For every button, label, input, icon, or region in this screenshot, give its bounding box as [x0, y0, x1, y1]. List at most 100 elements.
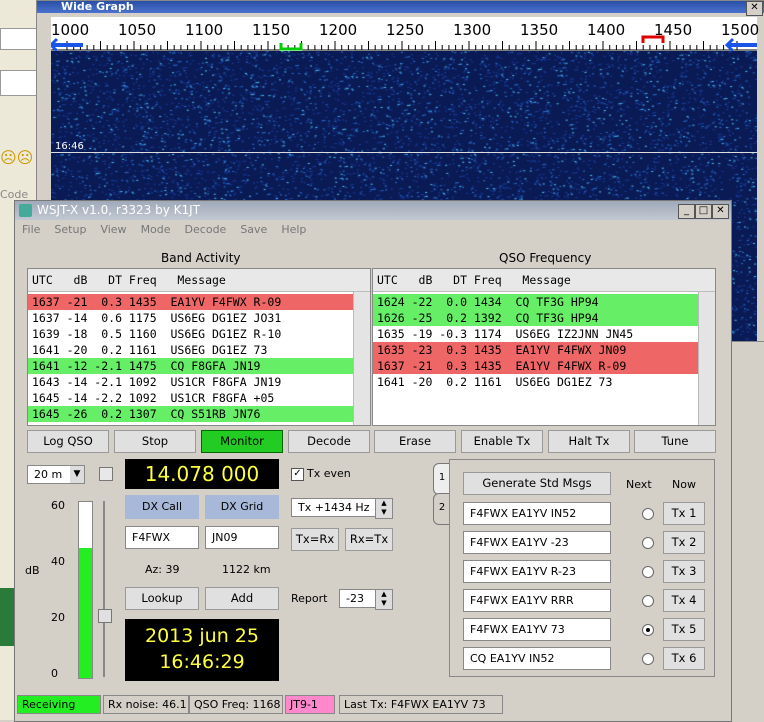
- tx-message-input[interactable]: F4FWX EA1YV IN52: [463, 502, 611, 525]
- qso-frequency-list[interactable]: UTC dB DT Freq Message 1624 -22 0.0 1434…: [372, 268, 716, 426]
- lookup-button[interactable]: Lookup: [125, 587, 199, 610]
- waterfall-timestamp: 16:46: [55, 141, 84, 152]
- generate-std-msgs-button[interactable]: Generate Std Msgs: [463, 472, 611, 495]
- now-header: Now: [672, 478, 696, 491]
- tx-message-input[interactable]: F4FWX EA1YV -23: [463, 531, 611, 554]
- erase-button[interactable]: Erase: [374, 430, 456, 453]
- close-icon[interactable]: ✕: [712, 204, 729, 219]
- gain-slider-track[interactable]: [103, 501, 105, 677]
- tx-now-button[interactable]: Tx 4: [663, 589, 705, 612]
- chevron-down-icon[interactable]: ▼: [70, 466, 84, 483]
- scale-label: 1400: [587, 21, 626, 39]
- menu-bar: File Setup View Mode Decode Save Help: [15, 221, 731, 239]
- scrollbar[interactable]: [698, 292, 715, 425]
- list-item[interactable]: 1643 -14 -2.1 1092 US1CR F8GFA JN19: [28, 374, 354, 390]
- waterfall-time-line: [51, 152, 757, 153]
- status-receiving: Receiving: [17, 695, 101, 714]
- decode-button[interactable]: Decode: [288, 430, 370, 453]
- dx-grid-input[interactable]: JN09: [205, 526, 279, 549]
- next-radio[interactable]: [642, 566, 654, 578]
- tx-now-button[interactable]: Tx 2: [663, 531, 705, 554]
- rx-eq-tx-button[interactable]: Rx=Tx: [345, 528, 393, 551]
- tx-now-button[interactable]: Tx 5: [663, 618, 705, 641]
- tx-even-checkbox[interactable]: ✓: [291, 468, 304, 481]
- wide-graph-title: Wide Graph: [37, 1, 764, 13]
- list-item[interactable]: 1645 -14 -2.2 1092 US1CR F8GFA +05: [28, 390, 354, 406]
- enable-tx-button[interactable]: Enable Tx: [461, 430, 543, 453]
- tx-message-input[interactable]: F4FWX EA1YV R-23: [463, 560, 611, 583]
- report-spinbox[interactable]: -23: [339, 589, 377, 608]
- minimize-icon[interactable]: _: [678, 204, 695, 219]
- menu-setup[interactable]: Setup: [54, 223, 86, 236]
- list-item[interactable]: 1637 -14 0.6 1175 US6EG DG1EZ JO31: [28, 310, 354, 326]
- next-radio[interactable]: [642, 508, 654, 520]
- list-item[interactable]: 1637 -21 0.3 1435 EA1YV F4FWX R-09: [373, 358, 699, 374]
- maximize-icon[interactable]: □: [695, 204, 712, 219]
- band-select-value: 20 m: [34, 468, 63, 481]
- tx-eq-rx-button[interactable]: Tx=Rx: [291, 528, 339, 551]
- menu-file[interactable]: File: [22, 223, 40, 236]
- list-item[interactable]: 1626 -25 0.2 1392 CQ TF3G HP94: [373, 310, 699, 326]
- monitor-button[interactable]: Monitor: [201, 430, 283, 453]
- next-radio[interactable]: [642, 537, 654, 549]
- tx-message-input[interactable]: F4FWX EA1YV RRR: [463, 589, 611, 612]
- tune-button[interactable]: Tune: [634, 430, 716, 453]
- band-activity-title: Band Activity: [161, 251, 241, 265]
- next-radio[interactable]: [642, 624, 654, 636]
- list-item[interactable]: 1645 -26 0.2 1307 CQ S51RB JN76: [28, 406, 354, 422]
- menu-view[interactable]: View: [100, 223, 126, 236]
- halt-tx-button[interactable]: Halt Tx: [548, 430, 630, 453]
- scale-label: 1450: [654, 21, 693, 39]
- scale-label: 1150: [252, 21, 291, 39]
- next-radio[interactable]: [642, 653, 654, 665]
- meter-scale-label: 20: [51, 611, 65, 624]
- frequency-scale: 1000 1050 1100 1150 1200 1250 1300 1350 1400 1450…: [51, 17, 760, 51]
- signal-meter-fill: [79, 547, 92, 678]
- dx-call-label: DX Call: [125, 495, 199, 519]
- close-icon[interactable]: ✕: [746, 1, 763, 16]
- list-item[interactable]: 1637 -21 0.3 1435 EA1YV F4FWX R-09: [28, 294, 354, 310]
- menu-mode[interactable]: Mode: [141, 223, 171, 236]
- list-item[interactable]: 1635 -19 -0.3 1174 US6EG IZ2JNN JN45: [373, 326, 699, 342]
- scale-label: 1050: [118, 21, 157, 39]
- menu-help[interactable]: Help: [281, 223, 306, 236]
- tx-now-button[interactable]: Tx 6: [663, 647, 705, 670]
- log-qso-button[interactable]: Log QSO: [27, 430, 109, 453]
- menu-save[interactable]: Save: [240, 223, 267, 236]
- clock-time: 16:46:29: [159, 651, 245, 673]
- azimuth: Az: 39: [145, 563, 180, 576]
- window-title: WSJT-X v1.0, r3323 by K1JT: [15, 201, 731, 220]
- meter-scale-label: 40: [51, 555, 65, 568]
- tx-message-input[interactable]: CQ EA1YV IN52: [463, 647, 611, 670]
- list-item[interactable]: 1639 -18 0.5 1160 US6EG DG1EZ R-10: [28, 326, 354, 342]
- bg-panel: [0, 588, 14, 646]
- status-qso-freq: QSO Freq: 1168: [189, 695, 283, 714]
- scrollbar[interactable]: [353, 292, 370, 425]
- tx-frequency-spinbox[interactable]: Tx +1434 Hz: [291, 498, 383, 517]
- scale-label: 1000: [51, 21, 90, 39]
- scale-label: 1100: [185, 21, 224, 39]
- scale-label: 1500: [721, 21, 760, 39]
- tx-now-button[interactable]: Tx 1: [663, 502, 705, 525]
- list-item[interactable]: 1641 -20 0.2 1161 US6EG DG1EZ 73: [28, 342, 354, 358]
- stop-button[interactable]: Stop: [114, 430, 196, 453]
- list-item[interactable]: 1641 -20 0.2 1161 US6EG DG1EZ 73: [373, 374, 699, 390]
- next-radio[interactable]: [642, 595, 654, 607]
- menu-decode[interactable]: Decode: [185, 223, 227, 236]
- tx-now-button[interactable]: Tx 3: [663, 560, 705, 583]
- dx-call-input[interactable]: F4FWX: [125, 526, 199, 549]
- spin-arrows-icon[interactable]: ▲ ▼: [375, 498, 393, 519]
- tx-message-input[interactable]: F4FWX EA1YV 73: [463, 618, 611, 641]
- band-activity-header: UTC dB DT Freq Message: [28, 269, 370, 292]
- meter-scale-label: 0: [51, 667, 58, 680]
- gain-slider-handle[interactable]: [98, 609, 112, 623]
- band-activity-list[interactable]: UTC dB DT Freq Message 1637 -21 0.3 1435…: [27, 268, 371, 426]
- list-item[interactable]: 1635 -23 0.3 1435 EA1YV F4FWX JN09: [373, 342, 699, 358]
- list-item[interactable]: 1641 -12 -2.1 1475 CQ F8GFA JN19: [28, 358, 354, 374]
- signal-meter: [78, 501, 93, 679]
- scale-label: 1200: [319, 21, 358, 39]
- list-item[interactable]: 1624 -22 0.0 1434 CQ TF3G HP94: [373, 294, 699, 310]
- spin-arrows-icon[interactable]: ▲ ▼: [375, 589, 393, 610]
- band-select[interactable]: 20 m ▼: [27, 465, 85, 484]
- add-button[interactable]: Add: [205, 587, 279, 610]
